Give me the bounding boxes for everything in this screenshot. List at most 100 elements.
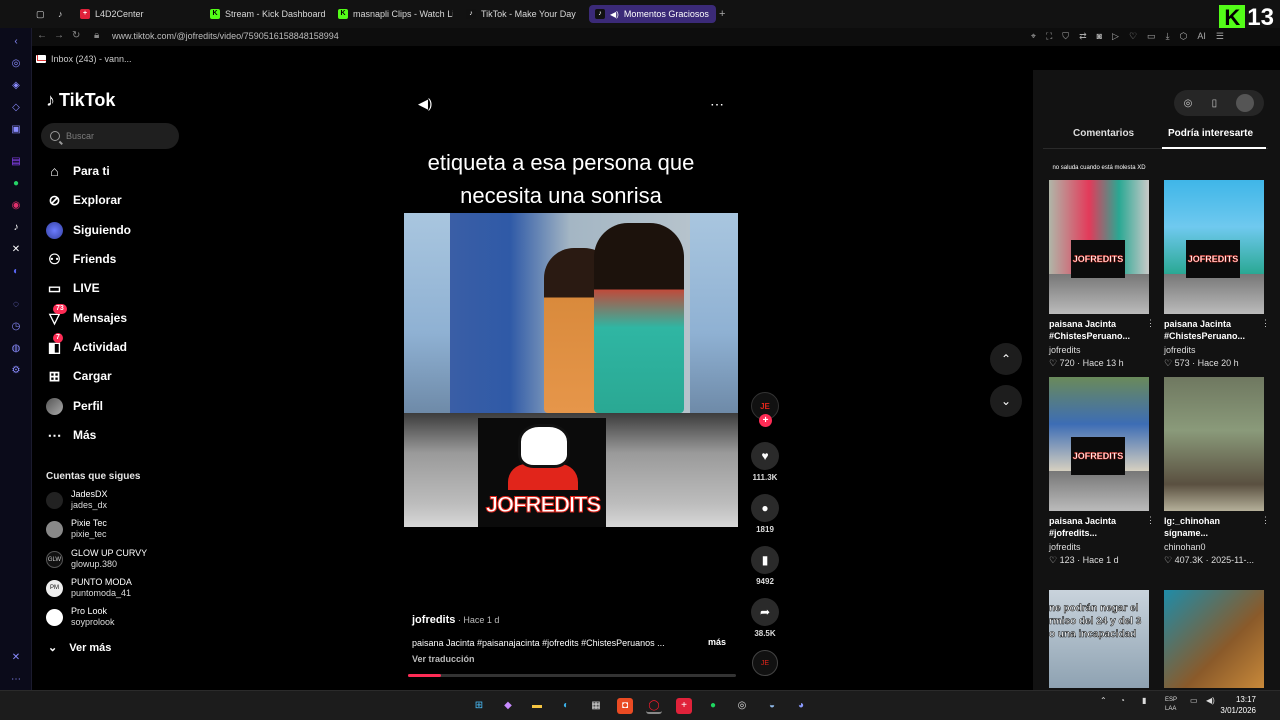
more-options-icon[interactable]: ⋯ [710,96,724,113]
suggested-video-card[interactable]: lg:_chinohan sígname... chinohan0 ♡ 407.… [1164,377,1270,566]
phone-icon[interactable]: ▯ [1212,98,1218,109]
follow-plus-button[interactable]: + [759,414,772,427]
heart-icon[interactable]: ♥ [751,442,779,470]
spotify-icon[interactable]: ● [705,698,721,714]
video-thumbnail[interactable] [1164,377,1264,511]
tab-1[interactable]: K Stream - Kick Dashboard [210,5,325,23]
next-video-button[interactable]: ⌄ [990,385,1022,417]
nav-item-mensajes[interactable]: ▽ 73 Mensajes [46,303,127,329]
previous-video-button[interactable]: ⌃ [990,343,1022,375]
tiktok-pinned-tab[interactable]: ♪ [58,5,63,23]
card-more-icon[interactable]: ⋮ [1146,515,1155,526]
comment-icon[interactable]: ● [751,494,779,522]
bookmark-icon[interactable]: ▮ [751,546,779,574]
nav-item-para-ti[interactable]: ⌂ Para ti [46,160,109,182]
ai-button[interactable]: AI [1197,31,1206,42]
camera-icon[interactable]: ◙ [1097,31,1102,42]
extension-icon[interactable]: ⬡ [1180,31,1188,42]
video-progress-bar[interactable] [408,674,736,677]
tab-podria-interesarte[interactable]: Podría interesarte [1168,128,1253,139]
twitch-icon[interactable]: ▤ [9,155,23,169]
pin-icon[interactable]: ⌖ [1031,31,1036,42]
whatsapp-icon[interactable]: ● [9,177,23,191]
like-action[interactable]: ♥ 111.3K [751,442,779,482]
card-more-icon[interactable]: ⋮ [1146,318,1155,329]
nav-item-live[interactable]: ▭ LIVE [46,277,100,299]
app-icon-orange[interactable]: ◘ [617,698,633,714]
tab-4-active[interactable]: ♪ ◀) Momentos Graciosos [589,5,716,23]
tray-chevron-icon[interactable]: ⌃ [1100,696,1107,705]
steam-icon[interactable]: ◒ [764,698,780,714]
rail-icon-8[interactable]: ◌ [9,298,23,312]
x-icon[interactable]: ✕ [9,243,23,257]
bookmark-gmail[interactable]: Inbox (243) - vann... [51,54,132,64]
profile-avatar-icon[interactable] [1236,94,1255,112]
speaker-icon[interactable]: ◀) [610,10,619,19]
tab-strip-icon[interactable]: ▢ [36,5,45,23]
file-explorer-icon[interactable]: ▬ [529,698,545,714]
following-item[interactable]: Pixie Tec pixie_tec [46,517,107,541]
nav-item-perfil[interactable]: Perfil [46,395,103,417]
rail-icon-bottom[interactable]: ✕ [9,651,23,665]
volume-tray-icon[interactable]: ◀) [1206,696,1215,705]
history-icon[interactable]: ◷ [9,320,23,334]
tab-0[interactable]: + L4D2Center [80,5,144,23]
ai-rail-icon[interactable]: ◈ [9,79,23,93]
card-more-icon[interactable]: ⋮ [1261,515,1270,526]
instagram-icon[interactable]: ◉ [9,199,23,213]
back-icon[interactable]: ‹ [9,35,23,49]
video-thumbnail[interactable]: JOFREDITS [1049,377,1149,511]
copilot-icon[interactable]: ◆ [500,698,516,714]
suggested-video-card[interactable]: no saluda cuando está molesta XD JOFREDI… [1049,165,1155,369]
volume-icon[interactable]: ◀) [418,96,432,112]
video-thumbnail[interactable]: JOFREDITS [1164,180,1264,314]
heart-icon[interactable]: ♡ [1129,31,1137,42]
wifi-tray-icon[interactable]: ◔ [1120,696,1125,705]
video-thumbnail[interactable] [1164,590,1264,688]
following-item[interactable]: GLW GLOW UP CURVY glowup.380 [46,547,147,571]
nav-item-explorar[interactable]: ⊘ Explorar [46,189,122,211]
suggested-video-card[interactable]: JOFREDITS paisana Jacinta #ChistesPeruan… [1164,180,1270,369]
forward-button[interactable]: → [54,30,64,41]
rail-more-icon[interactable]: ⋯ [9,673,23,687]
see-more-button[interactable]: ⌄ Ver más [48,641,111,655]
share-action[interactable]: ➦ 38.5K [751,598,779,638]
language-indicator[interactable]: ESP LAA [1165,696,1177,714]
search-input[interactable]: Buscar [41,123,179,149]
obs-icon[interactable]: ◎ [734,698,750,714]
video-author[interactable]: jofredits · Hace 1 d [412,614,499,626]
following-item[interactable]: PM PUNTO MODA puntomoda_41 [46,576,132,600]
rail-icon-3[interactable]: ◇ [9,101,23,115]
clock[interactable]: 13:17 3/01/2026 [1220,694,1256,716]
translate-link[interactable]: Ver traducción [412,654,475,664]
save-action[interactable]: ▮ 9492 [751,546,779,586]
card-more-icon[interactable]: ⋮ [1261,318,1270,329]
store-icon[interactable]: ▦ [588,698,604,714]
tiktok-logo[interactable]: ♪ TikTok [46,90,115,111]
nav-item-actividad[interactable]: ◧ 7 Actividad [46,332,127,358]
windows-start-icon[interactable]: ⊞ [471,698,487,714]
discord-icon[interactable]: ◐ [9,265,23,279]
tab-comentarios[interactable]: Comentarios [1073,128,1134,139]
video-player[interactable]: JOFREDITS [404,213,738,527]
screenshot-icon[interactable]: ⛶ [1046,31,1052,42]
suggested-video-card[interactable] [1164,590,1264,688]
nav-item-mas[interactable]: ⋯ Más [46,424,97,446]
suggested-video-card[interactable]: ne podrán negar el rmiso del 24 y del 3 … [1049,590,1149,688]
suggested-video-card[interactable]: JOFREDITS paisana Jacinta #jofredits... … [1049,377,1155,566]
nav-item-cargar[interactable]: ⊞ Cargar [46,365,112,387]
discord-taskbar-icon[interactable]: ◕ [793,698,809,714]
download-icon[interactable]: ⤓ [1166,31,1170,42]
l4d2-taskbar-icon[interactable]: + [676,698,692,714]
m-rail-icon[interactable]: ▣ [9,123,23,137]
translate-icon[interactable]: ⇄ [1079,31,1087,42]
nav-item-friends[interactable]: ⚇ Friends [46,248,116,270]
video-thumbnail[interactable]: JOFREDITS [1049,180,1149,314]
menu-icon[interactable]: ☰ [1216,31,1224,42]
share-icon[interactable]: ➦ [751,598,779,626]
new-tab-button[interactable]: + [719,5,725,23]
edge-icon[interactable]: ◐ [558,698,574,714]
nav-item-siguiendo[interactable]: Siguiendo [46,219,131,241]
following-item[interactable]: Pro Look soyprolook [46,605,115,629]
settings-icon[interactable]: ⚙ [9,364,23,378]
